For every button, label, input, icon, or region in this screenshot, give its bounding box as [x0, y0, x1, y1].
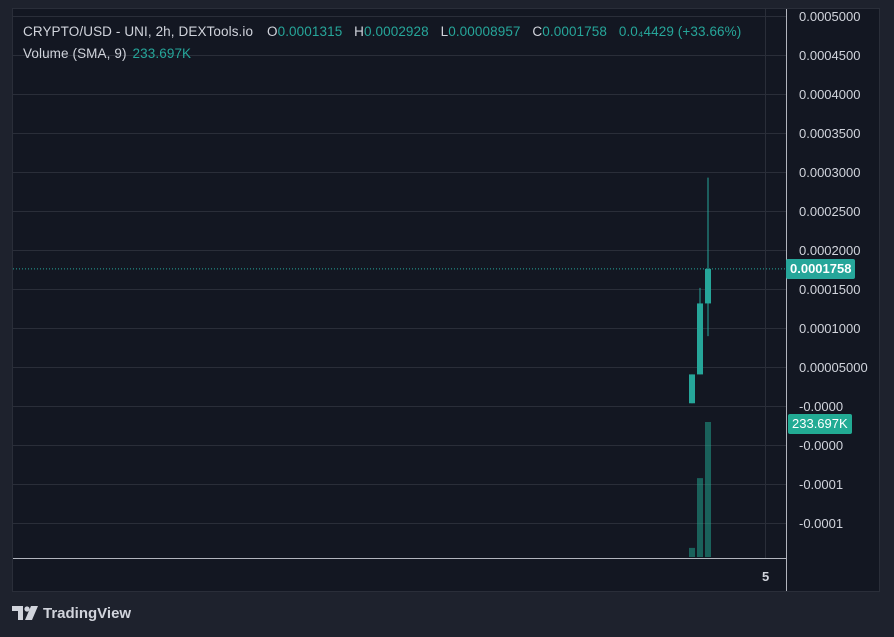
change-value: 0.0₄4429 (+33.66%) — [618, 24, 742, 39]
high-label: H — [354, 24, 365, 39]
candle-body[interactable] — [705, 268, 711, 304]
price-tick-label: -0.0000 — [799, 399, 843, 414]
price-tick-label: 0.0001500 — [799, 282, 860, 297]
open-label: O — [266, 24, 278, 39]
time-tick-label: 5 — [762, 569, 769, 584]
price-tick-label: 0.0005000 — [799, 9, 860, 24]
tradingview-logo[interactable]: TradingView — [12, 605, 131, 622]
tradingview-icon — [12, 606, 38, 620]
price-tick-label: -0.0001 — [799, 516, 843, 531]
price-tick-label: -0.0000 — [799, 438, 843, 453]
volume-tag: 233.697K — [788, 414, 852, 434]
volume-legend: Volume (SMA, 9) 233.697K — [23, 46, 199, 61]
close-value: 0.0001758 — [542, 24, 607, 39]
candle-body[interactable] — [689, 374, 695, 404]
price-tick-label: -0.0001 — [799, 477, 843, 492]
low-value: 0.00008957 — [448, 24, 521, 39]
price-tick-label: 0.0003500 — [799, 126, 860, 141]
price-tick-label: 0.00005000 — [799, 360, 868, 375]
open-value: 0.0001315 — [277, 24, 343, 39]
volume-bar[interactable] — [689, 547, 695, 557]
price-tick-label: 0.0002000 — [799, 243, 860, 258]
volume-label[interactable]: Volume (SMA, 9) — [23, 46, 127, 61]
high-value: 0.0002928 — [364, 24, 429, 39]
volume-bar[interactable] — [705, 422, 711, 557]
close-label: C — [532, 24, 543, 39]
volume-bar[interactable] — [697, 478, 703, 557]
price-tick-label: 0.0003000 — [799, 165, 860, 180]
candle-body[interactable] — [697, 303, 703, 375]
price-tick-label: 0.0004500 — [799, 48, 860, 63]
volume-value: 233.697K — [132, 46, 192, 61]
price-tick-label: 0.0004000 — [799, 87, 860, 102]
chart-area[interactable]: 0.0005000 0.0004500 0.0004000 0.0003500 0.00… — [12, 8, 880, 592]
price-tick-label: 0.0001000 — [799, 321, 860, 336]
current-price-tag: 0.0001758 — [786, 259, 856, 279]
symbol-title[interactable]: CRYPTO/USD - UNI, 2h, DEXTools.io — [23, 24, 253, 39]
watermark-text: TradingView — [43, 605, 132, 622]
ohlc-legend: CRYPTO/USD - UNI, 2h, DEXTools.io O0.000… — [23, 24, 749, 39]
price-tick-label: 0.0002500 — [799, 204, 860, 219]
chart-canvas[interactable]: 0.0005000 0.0004500 0.0004000 0.0003500 0.00… — [13, 9, 879, 591]
